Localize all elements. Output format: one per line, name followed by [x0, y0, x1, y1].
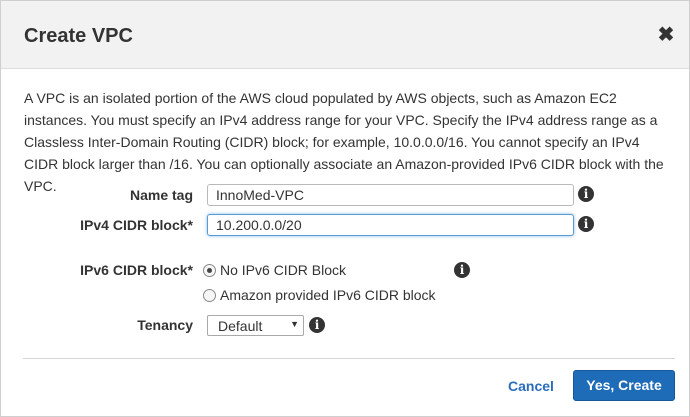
ipv6-cidr-label: IPv6 CIDR block*: [80, 262, 193, 278]
dialog-header: Create VPC ✖: [1, 1, 689, 69]
info-icon[interactable]: i: [578, 186, 594, 202]
name-tag-label: Name tag: [129, 187, 193, 203]
info-icon[interactable]: i: [454, 262, 470, 278]
name-tag-input[interactable]: [207, 184, 574, 206]
cancel-button[interactable]: Cancel: [508, 378, 554, 394]
footer-divider: [23, 358, 675, 359]
dialog-description: A VPC is an isolated portion of the AWS …: [24, 90, 664, 194]
info-icon[interactable]: i: [309, 317, 325, 333]
radio-no-ipv6[interactable]: No IPv6 CIDR Block: [203, 261, 346, 279]
ipv4-cidr-label: IPv4 CIDR block*: [80, 217, 193, 233]
radio-amazon-ipv6[interactable]: Amazon provided IPv6 CIDR block: [203, 286, 436, 304]
radio-button[interactable]: [203, 288, 216, 302]
tenancy-select[interactable]: Default ▼: [207, 315, 304, 336]
close-icon[interactable]: ✖: [656, 25, 676, 45]
chevron-down-icon: ▼: [290, 319, 299, 329]
radio-button-selected[interactable]: [203, 263, 216, 277]
tenancy-selected-value: Default: [218, 318, 263, 334]
ipv4-cidr-input[interactable]: [207, 214, 574, 236]
dialog-title: Create VPC: [24, 25, 133, 47]
radio-label-amazon-ipv6: Amazon provided IPv6 CIDR block: [220, 287, 436, 303]
yes-create-button[interactable]: Yes, Create: [573, 370, 675, 401]
radio-label-no-ipv6: No IPv6 CIDR Block: [220, 262, 347, 278]
tenancy-label: Tenancy: [137, 317, 193, 333]
info-icon[interactable]: i: [578, 216, 594, 232]
create-vpc-dialog: Create VPC ✖ A VPC is an isolated portio…: [0, 0, 690, 417]
